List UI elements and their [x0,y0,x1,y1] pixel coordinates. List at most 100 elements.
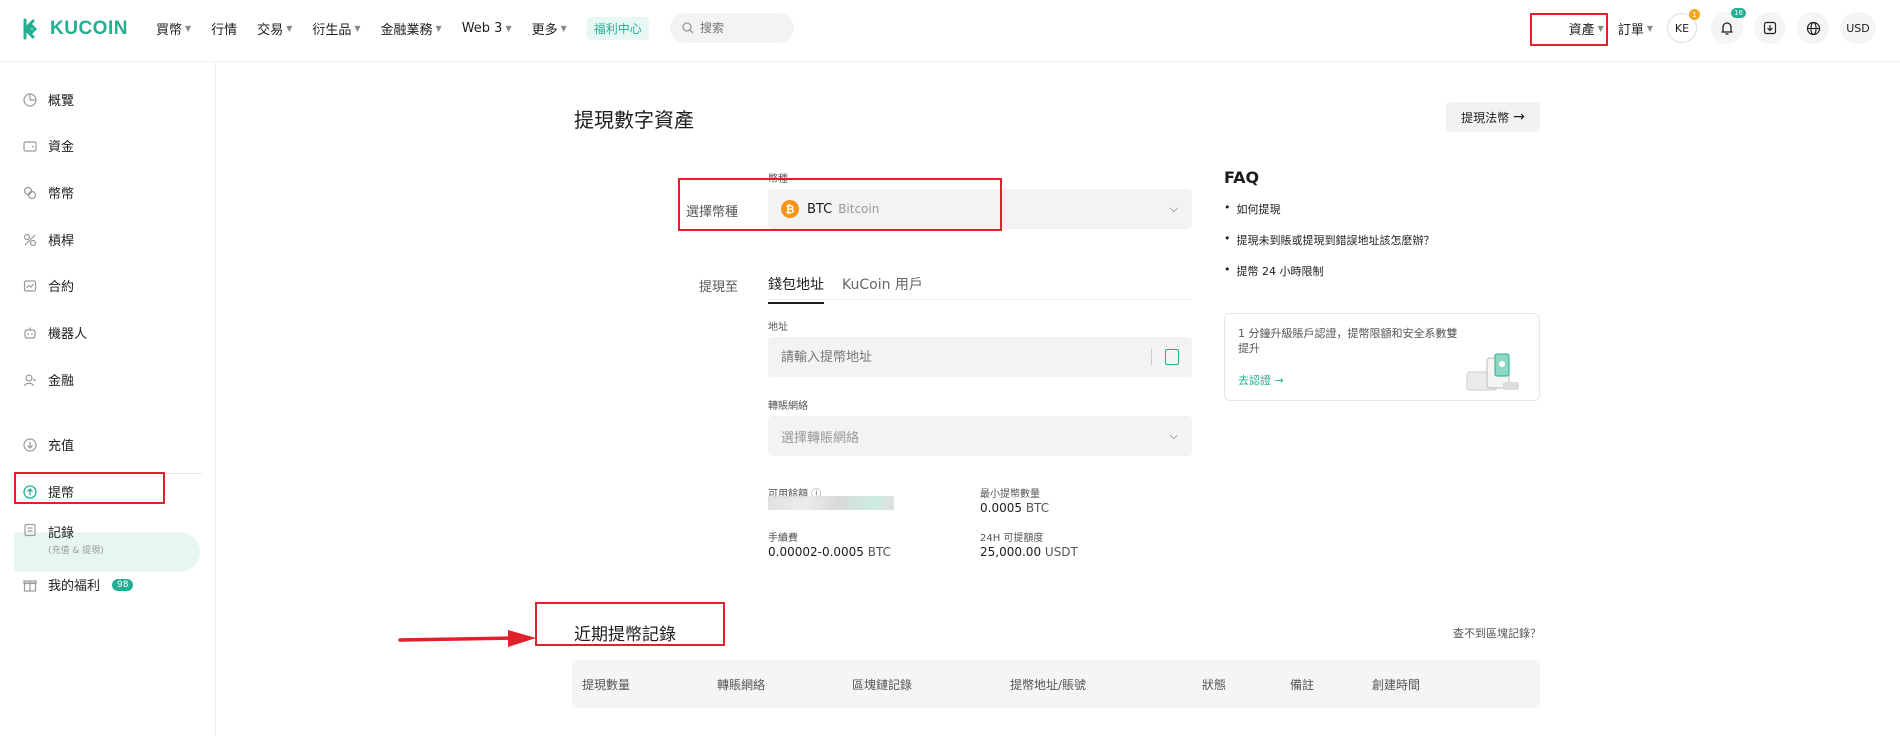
search-box[interactable] [670,13,794,43]
orders-menu[interactable]: 訂單 ▼ [1618,19,1653,38]
address-input[interactable] [781,349,1141,365]
tab-wallet-address[interactable]: 錢包地址 [768,274,824,304]
tab-kucoin-user[interactable]: KuCoin 用戶 [842,274,923,302]
paste-icon[interactable] [1165,349,1179,365]
chevron-down-icon: ▼ [286,23,293,33]
history-icon [22,522,38,538]
daily-limit-value: 25,000.00 USDT [980,545,1078,559]
highlight-coin-select [678,178,1002,231]
rewards-count-badge: 98 [112,578,134,591]
faq-title: FAQ [1224,168,1260,187]
address-field[interactable] [768,337,1192,377]
address-label: 地址 [768,322,788,333]
column-header: 備註 [1290,677,1315,692]
gift-icon [22,577,38,593]
nav-web3[interactable]: Web 3 ▼ [462,21,512,36]
main-nav: 買幣 ▼ 行情 交易 ▼ 衍生品 ▼ 金融業務 ▼ Web 3 ▼ 更多 ▼ 福利中心 [156,0,667,56]
faq-link[interactable]: 如何提現 [1224,201,1281,217]
chevron-down-icon: ▼ [435,23,442,33]
nav-finance[interactable]: 金融業務 ▼ [381,19,442,38]
highlight-assets-menu [1530,13,1608,46]
tab-underline [768,299,1192,300]
sidebar-item-history[interactable]: 記錄 (充值 & 提現) [22,522,104,556]
user-avatar[interactable]: KE 1 [1667,9,1700,43]
sidebar-item-overview[interactable]: 概覽 [22,90,74,109]
divider [1151,349,1152,365]
column-header: 區塊鏈記錄 [852,677,913,692]
sidebar-item-rewards[interactable]: 我的福利 98 [22,575,134,594]
search-icon [682,22,694,34]
column-header: 提現數量 [582,677,631,692]
currency-button[interactable]: USD [1840,12,1876,44]
red-arrow-annotation [398,630,536,647]
notifications-button[interactable]: 16 [1711,8,1746,44]
column-header: 狀態 [1202,677,1227,692]
sidebar-item-margin[interactable]: 槓桿 [22,230,74,249]
kucoin-logo-icon [23,18,38,40]
page-title: 提現數字資產 [574,108,694,132]
brand-name: KUCOIN [50,18,128,39]
chevron-down-icon: ▼ [1646,23,1653,33]
kucoin-logo[interactable]: KUCOIN [22,17,128,41]
min-withdraw-label: 最小提幣數量 [980,489,1040,500]
download-button[interactable] [1754,12,1786,44]
network-placeholder: 選擇轉賬網絡 [781,430,860,446]
highlight-withdraw-item [14,472,165,504]
rewards-center-link[interactable]: 福利中心 [586,16,649,40]
finance-icon [22,372,38,388]
sidebar-item-funding[interactable]: 資金 [22,136,74,155]
avatar-badge: 1 [1689,9,1700,20]
overview-icon [22,92,38,108]
wallet-icon [22,138,38,154]
nav-markets[interactable]: 行情 [211,19,237,38]
nav-trade[interactable]: 交易 ▼ [257,19,292,38]
chevron-down-icon: ⌵ [1169,429,1178,442]
top-navigation-bar: KUCOIN 買幣 ▼ 行情 交易 ▼ 衍生品 ▼ 金融業務 ▼ Web 3 ▼ 更多 ▼ … [0,0,1900,62]
futures-icon [22,278,38,294]
faq-link[interactable]: 提幣 24 小時限制 [1224,263,1324,279]
chevron-down-icon: ▼ [185,23,192,33]
chevron-down-icon: ▼ [354,23,361,33]
chevron-down-icon: ▼ [560,23,567,33]
nav-derivatives[interactable]: 衍生品 ▼ [312,19,360,38]
verify-link[interactable]: 去認證 → [1238,372,1284,388]
faq-link[interactable]: 提現未到賬或提現到錯誤地址該怎麼辦？ [1224,232,1435,248]
language-button[interactable] [1797,12,1829,44]
sidebar-item-futures[interactable]: 合約 [22,276,74,295]
spot-icon [22,185,38,201]
min-withdraw-value: 0.0005 BTC [980,501,1050,515]
search-input[interactable] [700,21,780,35]
column-header: 轉賬網絡 [717,677,766,692]
network-select[interactable]: 選擇轉賬網絡 ⌵ [768,416,1192,456]
bell-icon [1721,21,1733,35]
sidebar: 概覽 資金 幣幣 槓桿 合約 機器人 金融 充值 提幣 記錄 (充值 & 提現) … [0,62,216,736]
table-header: 提現數量 轉賬網絡 區塊鏈記錄 提幣地址/賬號 狀態 備註 創建時間 [572,660,1540,708]
network-label: 轉賬網絡 [768,401,808,412]
sidebar-item-deposit[interactable]: 充值 [22,435,74,454]
margin-icon [22,232,38,248]
available-balance-value-blurred [768,496,894,510]
nav-more[interactable]: 更多 ▼ [532,19,567,38]
kyc-promo-card: 1 分鐘升級賬戶認證，提幣限額和安全系數雙提升 去認證 → [1224,313,1540,401]
chevron-down-icon: ▼ [505,23,512,33]
deposit-icon [22,437,38,453]
nav-buy-crypto[interactable]: 買幣 ▼ [156,19,191,38]
history-label: 記錄 [48,526,75,541]
notification-count: 16 [1731,8,1746,18]
history-sublabel: (充值 & 提現) [48,546,104,556]
column-header: 提幣地址/賬號 [1010,677,1087,692]
download-icon [1763,21,1777,35]
promo-text: 1 分鐘升級賬戶認證，提幣限額和安全系數雙提升 [1238,327,1458,355]
globe-icon [1806,21,1820,35]
chevron-down-icon: ⌵ [1169,202,1178,215]
fee-label: 手續費 [768,533,798,544]
missing-record-link[interactable]: 查不到區塊記錄？ [1453,625,1541,641]
column-header: 創建時間 [1372,677,1421,692]
arrow-right-icon: → [1513,109,1525,125]
bot-icon [22,325,38,341]
sidebar-item-spot[interactable]: 幣幣 [22,183,74,202]
withdraw-fiat-button[interactable]: 提現法幣 → [1446,102,1540,132]
daily-limit-label: 24H 可提額度 [980,533,1044,544]
sidebar-item-bot[interactable]: 機器人 [22,323,87,342]
sidebar-item-finance[interactable]: 金融 [22,370,74,389]
